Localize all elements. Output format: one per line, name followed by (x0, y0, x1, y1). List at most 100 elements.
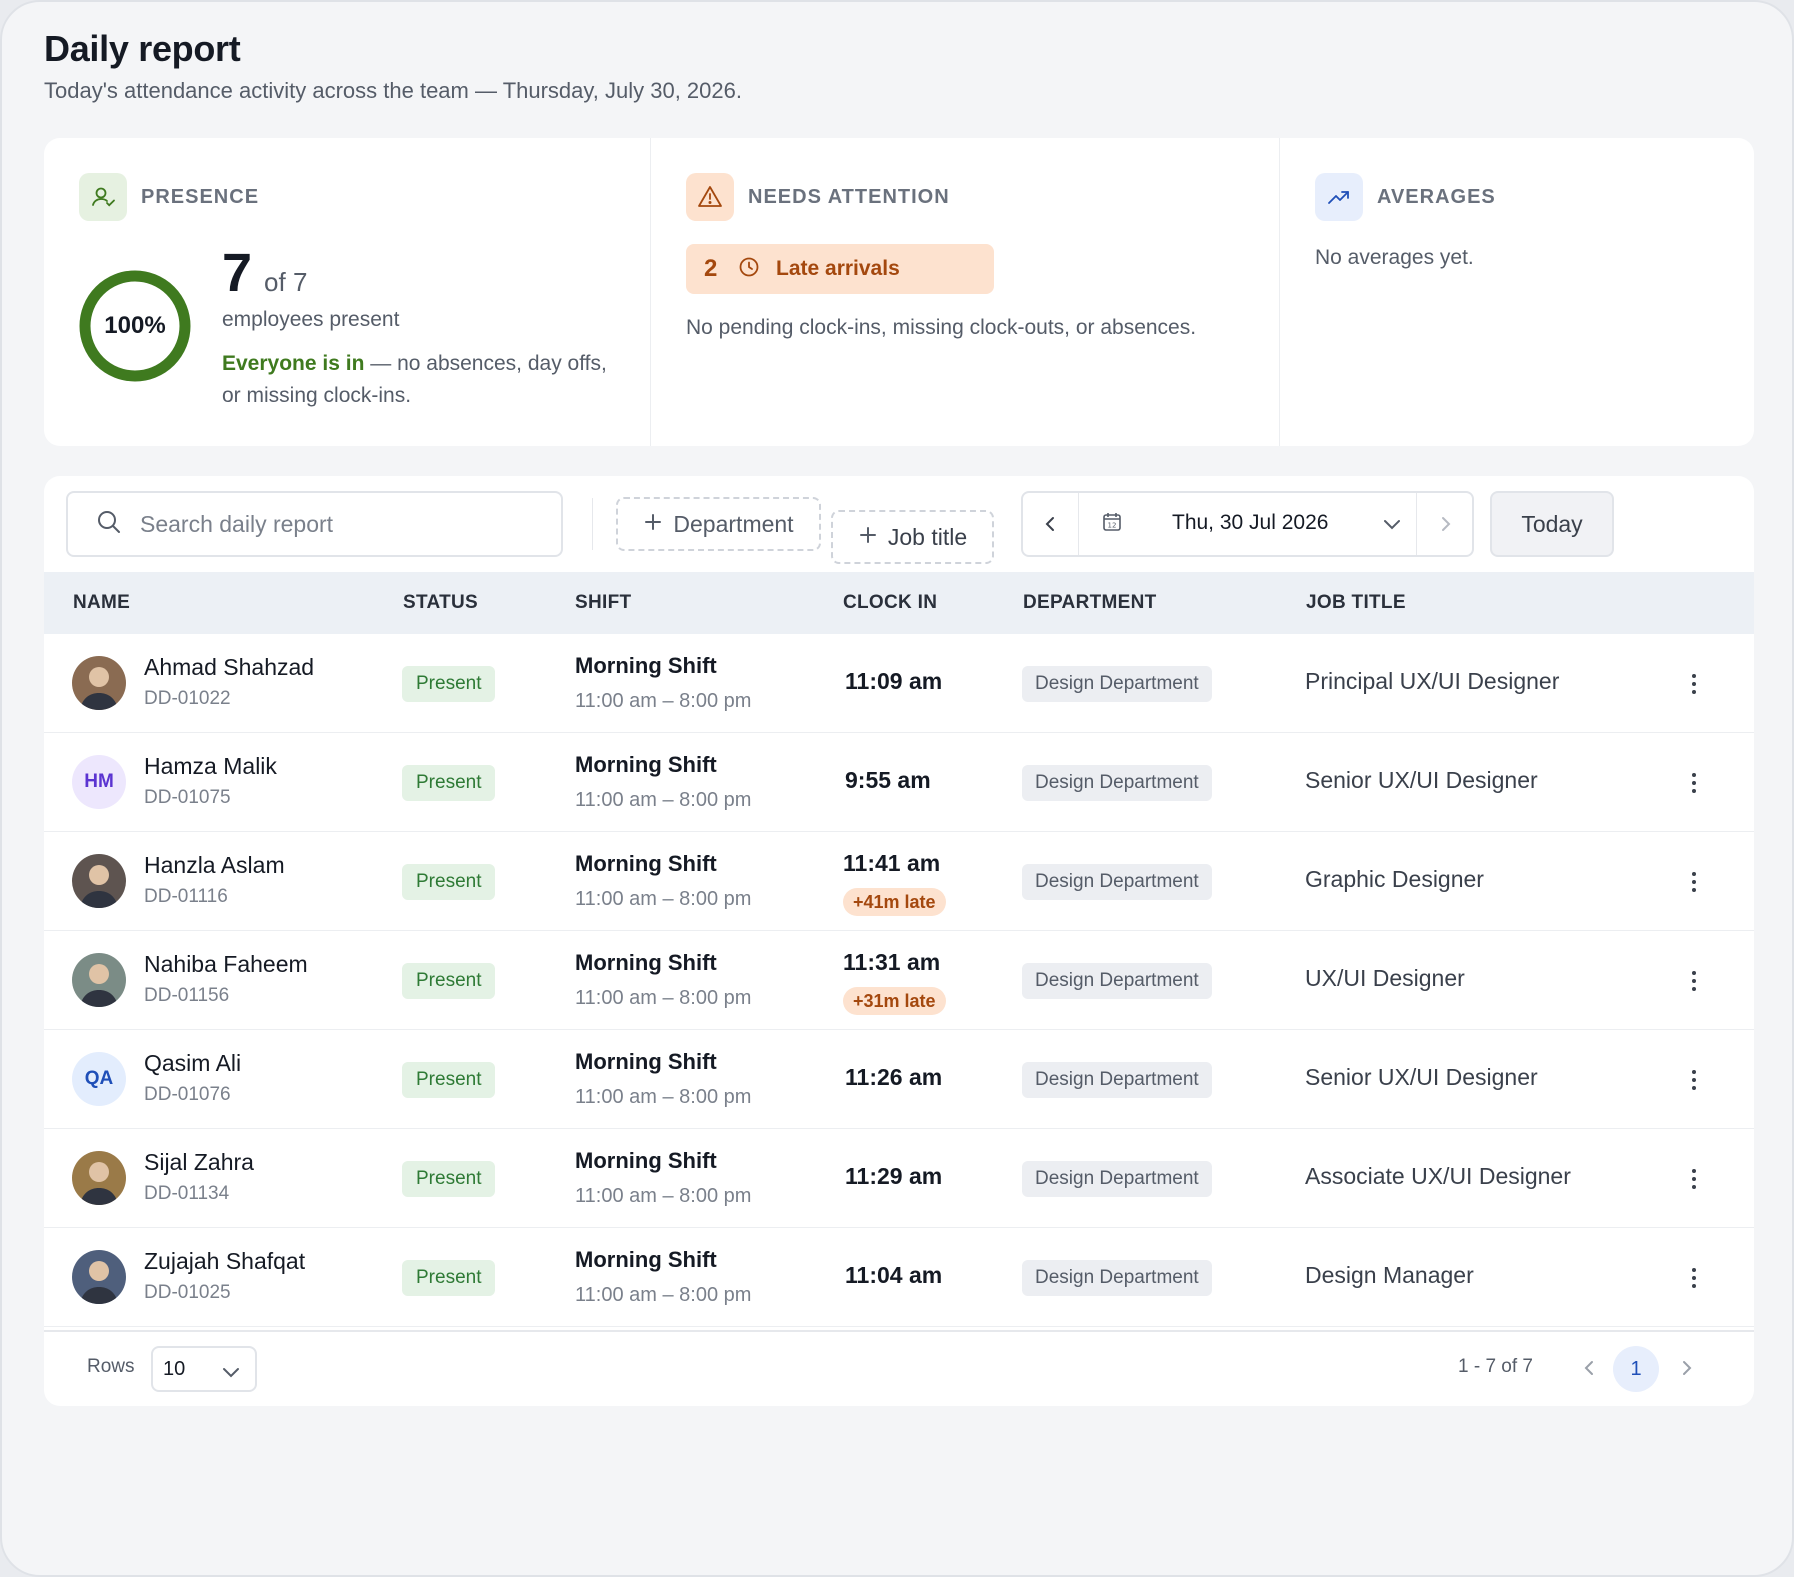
department-badge: Design Department (1022, 765, 1212, 801)
present-caption: employees present (222, 308, 400, 331)
present-total: of 7 (264, 267, 308, 297)
department-badge: Design Department (1022, 1260, 1212, 1296)
avatar: HM (72, 755, 126, 809)
avatar (72, 656, 126, 710)
shift-time: 11:00 am – 8:00 pm (575, 789, 752, 811)
shift-time: 11:00 am – 8:00 pm (575, 888, 752, 910)
department-filter-label: Department (673, 510, 794, 537)
table-row[interactable]: Nahiba Faheem DD-01156 Present Morning S… (44, 931, 1754, 1030)
status-badge: Present (402, 963, 496, 999)
employee-name[interactable]: Sijal Zahra (144, 1149, 254, 1176)
employee-code: DD-01076 (144, 1084, 231, 1105)
chevron-right-icon (1683, 1361, 1692, 1375)
today-button[interactable]: Today (1490, 491, 1614, 557)
job-title-filter[interactable]: Job title (831, 510, 994, 564)
shift-time: 11:00 am – 8:00 pm (575, 1185, 752, 1207)
department-badge: Design Department (1022, 1062, 1212, 1098)
employee-name[interactable]: Hamza Malik (144, 753, 277, 780)
employee-name[interactable]: Hanzla Aslam (144, 852, 285, 879)
more-options-icon[interactable] (1684, 664, 1704, 704)
rows-per-page-value: 10 (163, 1357, 186, 1380)
table-row[interactable]: Ahmad Shahzad DD-01022 Present Morning S… (44, 634, 1754, 733)
employee-name[interactable]: Nahiba Faheem (144, 951, 308, 978)
clock-in-time: 11:09 am (845, 668, 943, 694)
more-options-icon[interactable] (1684, 862, 1704, 902)
job-title: UX/UI Designer (1305, 965, 1465, 991)
late-count: 2 (704, 255, 718, 282)
search-input[interactable] (140, 510, 520, 538)
next-day-button[interactable] (1416, 493, 1472, 555)
clock-in-time: 9:55 am (845, 767, 931, 793)
presence-label: PRESENCE (141, 185, 260, 208)
status-badge: Present (402, 666, 496, 702)
job-title: Associate UX/UI Designer (1305, 1163, 1571, 1189)
employee-name[interactable]: Ahmad Shahzad (144, 654, 314, 681)
late-label: Late arrivals (776, 257, 900, 280)
averages-label: AVERAGES (1377, 185, 1496, 208)
more-options-icon[interactable] (1684, 1060, 1704, 1100)
table-toolbar: Department Job title 12 Thu, 30 Jul 2026 (44, 476, 1754, 572)
previous-page-button[interactable] (1574, 1348, 1604, 1388)
more-options-icon[interactable] (1684, 961, 1704, 1001)
rows-per-page-select[interactable]: 10 (151, 1346, 257, 1392)
department-badge: Design Department (1022, 666, 1212, 702)
column-name[interactable]: NAME (73, 592, 130, 614)
department-badge: Design Department (1022, 1161, 1212, 1197)
more-options-icon[interactable] (1684, 1258, 1704, 1298)
table-row[interactable]: Zujajah Shafqat DD-01025 Present Morning… (44, 1228, 1754, 1327)
job-title: Principal UX/UI Designer (1305, 668, 1560, 694)
chevron-down-icon (223, 1368, 239, 1378)
shift-name: Morning Shift (575, 851, 717, 876)
chevron-left-icon (1045, 517, 1054, 531)
chevron-left-icon (1584, 1361, 1593, 1375)
search-box[interactable] (66, 491, 563, 557)
status-badge: Present (402, 864, 496, 900)
late-badge: +31m late (843, 987, 946, 1015)
warning-icon (686, 173, 734, 221)
column-department[interactable]: DEPARTMENT (1023, 592, 1157, 614)
table-row[interactable]: QA Qasim Ali DD-01076 Present Morning Sh… (44, 1030, 1754, 1129)
job-title: Senior UX/UI Designer (1305, 767, 1538, 793)
averages-note: No averages yet. (1315, 246, 1474, 269)
shift-time: 11:00 am – 8:00 pm (575, 1086, 752, 1108)
table-row[interactable]: HM Hamza Malik DD-01075 Present Morning … (44, 733, 1754, 832)
avatar (72, 854, 126, 908)
column-shift[interactable]: SHIFT (575, 592, 631, 614)
column-job-title[interactable]: JOB TITLE (1306, 592, 1406, 614)
presence-note: Everyone is in — no absences, day offs, … (222, 348, 622, 412)
late-arrivals-pill[interactable]: 2 Late arrivals (686, 244, 994, 294)
column-clock-in[interactable]: CLOCK IN (843, 592, 937, 614)
department-filter[interactable]: Department (616, 497, 821, 551)
shift-name: Morning Shift (575, 950, 717, 975)
late-badge: +41m late (843, 888, 946, 916)
shift-name: Morning Shift (575, 653, 717, 678)
employee-code: DD-01134 (144, 1183, 230, 1204)
page-subtitle: Today's attendance activity across the t… (44, 78, 742, 103)
more-options-icon[interactable] (1684, 1159, 1704, 1199)
status-badge: Present (402, 1260, 496, 1296)
table-row[interactable]: Hanzla Aslam DD-01116 Present Morning Sh… (44, 832, 1754, 931)
page-range: 1 - 7 of 7 (1458, 1356, 1533, 1377)
employee-name[interactable]: Qasim Ali (144, 1050, 241, 1077)
chevron-down-icon[interactable] (1381, 513, 1403, 540)
next-page-button[interactable] (1672, 1348, 1702, 1388)
status-badge: Present (402, 1062, 496, 1098)
avatar (72, 953, 126, 1007)
job-title: Senior UX/UI Designer (1305, 1064, 1538, 1090)
employee-code: DD-01025 (144, 1282, 231, 1303)
shift-name: Morning Shift (575, 752, 717, 777)
date-value[interactable]: Thu, 30 Jul 2026 (1172, 511, 1328, 535)
clock-in-time: 11:29 am (845, 1163, 943, 1189)
employee-code: DD-01022 (144, 688, 231, 709)
shift-time: 11:00 am – 8:00 pm (575, 987, 752, 1009)
previous-day-button[interactable] (1023, 493, 1079, 555)
more-options-icon[interactable] (1684, 763, 1704, 803)
column-status[interactable]: STATUS (403, 592, 478, 614)
table-row[interactable]: Sijal Zahra DD-01134 Present Morning Shi… (44, 1129, 1754, 1228)
shift-time: 11:00 am – 8:00 pm (575, 690, 752, 712)
employee-name[interactable]: Zujajah Shafqat (144, 1248, 305, 1275)
summary-card: PRESENCE 100% 7 of 7 employees present E… (44, 138, 1754, 446)
page-1-button[interactable]: 1 (1613, 1346, 1659, 1392)
table-header: NAME STATUS SHIFT CLOCK IN DEPARTMENT JO… (44, 572, 1754, 634)
svg-text:12: 12 (1108, 522, 1117, 530)
